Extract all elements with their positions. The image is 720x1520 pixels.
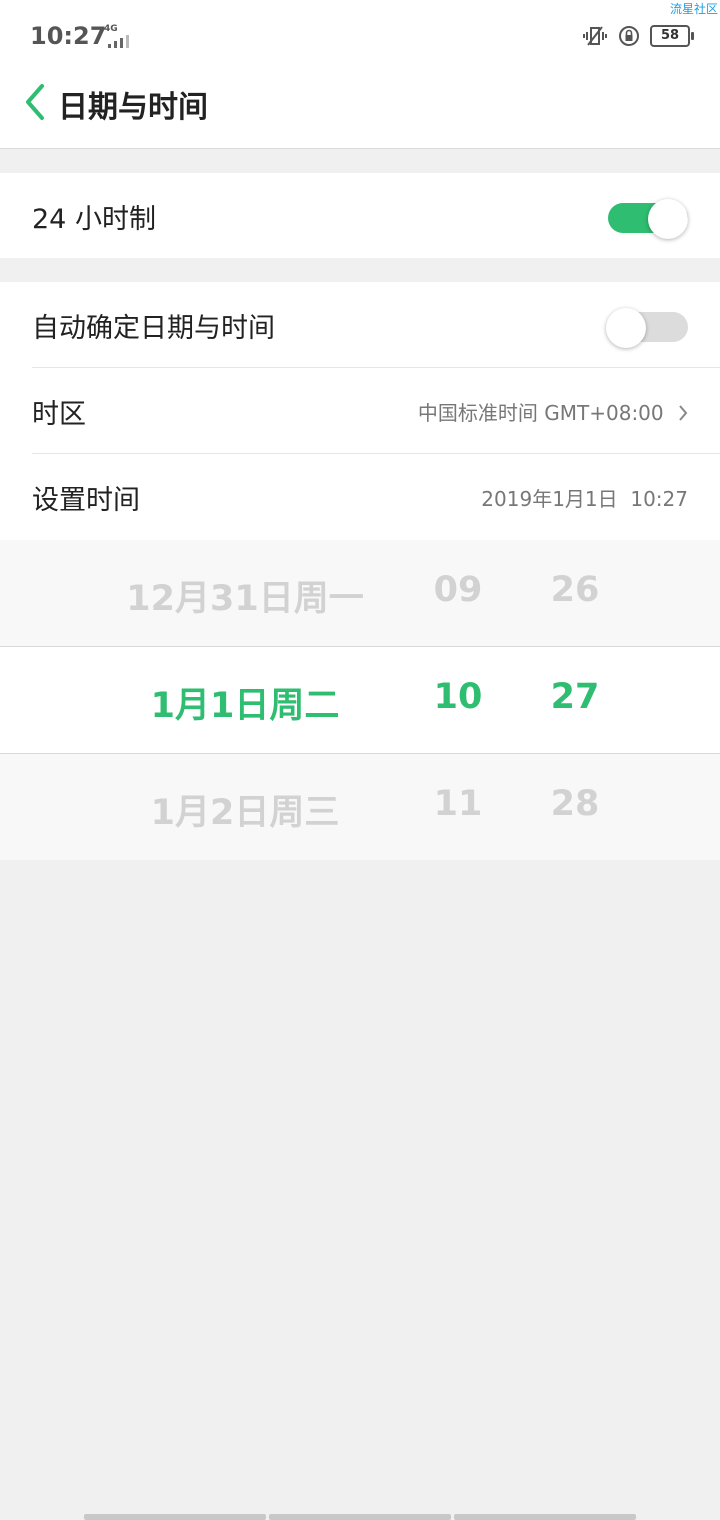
picker-date: 1月2日周三 [150,793,340,833]
hour24-label: 24 小时制 [32,204,156,235]
battery-icon: 58 [650,25,694,47]
timezone-value-wrap: 中国标准时间 GMT+08:00 [418,397,688,426]
set-time-row[interactable]: 设置时间 2019年1月1日 10:27 [0,454,720,540]
status-bar: 10:27 4G 流星社区 58 [0,0,720,72]
rotation-lock-icon [619,26,639,46]
network-type: 4G [104,24,118,34]
watermark: 流星社区 [669,2,718,16]
nav-zone-center[interactable] [269,1514,451,1520]
settings-group-datetime: 自动确定日期与时间 时区 中国标准时间 GMT+08:00 设置时间 2019年… [0,282,720,540]
hour24-toggle[interactable] [608,199,688,239]
picker-row-next[interactable]: 1月2日周三 11 28 [0,754,720,860]
page-header: 日期与时间 [0,72,720,149]
vibrate-icon [583,26,607,46]
timezone-row[interactable]: 时区 中国标准时间 GMT+08:00 [0,368,720,454]
picker-minute: 28 [550,784,600,824]
page-title: 日期与时间 [58,90,208,125]
signal-icon: 4G [96,22,134,48]
settings-group-format: 24 小时制 [0,173,720,258]
picker-minute: 26 [550,570,600,610]
picker-date: 12月31日周一 [126,579,364,619]
nav-zone-right[interactable] [454,1514,636,1520]
auto-datetime-toggle[interactable] [606,308,688,348]
status-time: 10:27 [30,22,107,50]
timezone-label: 时区 [32,399,86,430]
timezone-value: 中国标准时间 GMT+08:00 [417,401,664,425]
auto-datetime-row[interactable]: 自动确定日期与时间 [0,282,720,368]
datetime-picker[interactable]: 12月31日周一 09 26 1月1日周二 10 27 1月2日周三 11 28 [0,540,720,860]
chevron-left-icon[interactable] [20,80,50,124]
chevron-right-icon [679,405,688,421]
gesture-nav-bar[interactable] [84,1514,636,1520]
picker-row-selected[interactable]: 1月1日周二 10 27 [0,646,720,754]
set-time-label: 设置时间 [32,485,140,516]
nav-zone-left[interactable] [84,1514,266,1520]
picker-date-selected: 1月1日周二 [150,686,340,726]
picker-row-prev[interactable]: 12月31日周一 09 26 [0,540,720,646]
set-time-value: 2019年1月1日 10:27 [481,487,688,511]
picker-hour: 11 [433,784,483,824]
picker-hour: 09 [433,570,483,610]
picker-hour-selected: 10 [433,677,483,717]
hour24-row[interactable]: 24 小时制 [0,173,720,259]
auto-datetime-label: 自动确定日期与时间 [32,313,275,344]
picker-minute-selected: 27 [550,677,600,717]
